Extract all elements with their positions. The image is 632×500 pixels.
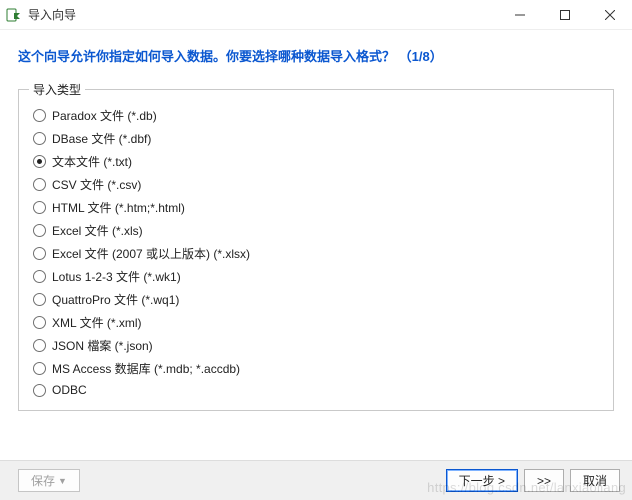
- import-type-option[interactable]: Excel 文件 (*.xls): [33, 219, 599, 242]
- group-label: 导入类型: [29, 81, 85, 98]
- maximize-button[interactable]: [542, 0, 587, 30]
- import-type-option[interactable]: Paradox 文件 (*.db): [33, 104, 599, 127]
- import-type-option[interactable]: MS Access 数据库 (*.mdb; *.accdb): [33, 357, 599, 380]
- next-button[interactable]: 下一步 >: [446, 469, 518, 492]
- option-label: XML 文件 (*.xml): [52, 314, 142, 331]
- titlebar: 导入向导: [0, 0, 632, 30]
- footer: 保存 ▼ 下一步 > >> 取消: [0, 460, 632, 500]
- import-type-option[interactable]: DBase 文件 (*.dbf): [33, 127, 599, 150]
- option-label: Paradox 文件 (*.db): [52, 107, 157, 124]
- import-type-option[interactable]: 文本文件 (*.txt): [33, 150, 599, 173]
- option-label: ODBC: [52, 383, 87, 397]
- import-type-group: 导入类型 Paradox 文件 (*.db)DBase 文件 (*.dbf)文本…: [18, 89, 614, 411]
- save-button[interactable]: 保存 ▼: [18, 469, 80, 492]
- app-icon: [6, 7, 22, 23]
- option-label: Lotus 1-2-3 文件 (*.wk1): [52, 268, 181, 285]
- radio-icon: [33, 247, 46, 260]
- import-type-option[interactable]: ODBC: [33, 380, 599, 400]
- overflow-button-label: >>: [537, 474, 551, 488]
- radio-icon: [33, 132, 46, 145]
- chevron-down-icon: ▼: [58, 476, 67, 486]
- radio-icon: [33, 270, 46, 283]
- overflow-button[interactable]: >>: [524, 469, 564, 492]
- close-button[interactable]: [587, 0, 632, 30]
- radio-icon: [33, 155, 46, 168]
- radio-icon: [33, 201, 46, 214]
- option-label: 文本文件 (*.txt): [52, 153, 132, 170]
- radio-icon: [33, 316, 46, 329]
- prompt-text: 这个向导允许你指定如何导入数据。你要选择哪种数据导入格式？: [18, 49, 395, 64]
- option-label: DBase 文件 (*.dbf): [52, 130, 151, 147]
- option-label: Excel 文件 (*.xls): [52, 222, 143, 239]
- options-list: Paradox 文件 (*.db) DBase 文件 (*.dbf) 文本文件 (*…: [33, 104, 599, 400]
- option-label: JSON 檔案 (*.json): [52, 337, 153, 354]
- cancel-button[interactable]: 取消: [570, 469, 620, 492]
- cancel-button-label: 取消: [583, 472, 607, 489]
- import-type-option[interactable]: XML 文件 (*.xml): [33, 311, 599, 334]
- import-type-option[interactable]: HTML 文件 (*.htm;*.html): [33, 196, 599, 219]
- radio-icon: [33, 178, 46, 191]
- option-label: HTML 文件 (*.htm;*.html): [52, 199, 185, 216]
- option-label: Excel 文件 (2007 或以上版本) (*.xlsx): [52, 245, 250, 262]
- radio-icon: [33, 224, 46, 237]
- window-title: 导入向导: [28, 6, 76, 23]
- option-label: MS Access 数据库 (*.mdb; *.accdb): [52, 360, 240, 377]
- save-button-label: 保存: [31, 472, 55, 489]
- import-type-option[interactable]: JSON 檔案 (*.json): [33, 334, 599, 357]
- option-label: QuattroPro 文件 (*.wq1): [52, 291, 179, 308]
- option-label: CSV 文件 (*.csv): [52, 176, 141, 193]
- wizard-prompt: 这个向导允许你指定如何导入数据。你要选择哪种数据导入格式？ （1/8）: [0, 30, 632, 83]
- import-type-option[interactable]: Excel 文件 (2007 或以上版本) (*.xlsx): [33, 242, 599, 265]
- step-indicator: （1/8）: [399, 49, 443, 64]
- radio-icon: [33, 362, 46, 375]
- radio-icon: [33, 293, 46, 306]
- import-type-option[interactable]: QuattroPro 文件 (*.wq1): [33, 288, 599, 311]
- next-button-label: 下一步 >: [459, 472, 505, 489]
- radio-icon: [33, 339, 46, 352]
- import-type-option[interactable]: Lotus 1-2-3 文件 (*.wk1): [33, 265, 599, 288]
- minimize-button[interactable]: [497, 0, 542, 30]
- import-type-option[interactable]: CSV 文件 (*.csv): [33, 173, 599, 196]
- radio-icon: [33, 384, 46, 397]
- radio-icon: [33, 109, 46, 122]
